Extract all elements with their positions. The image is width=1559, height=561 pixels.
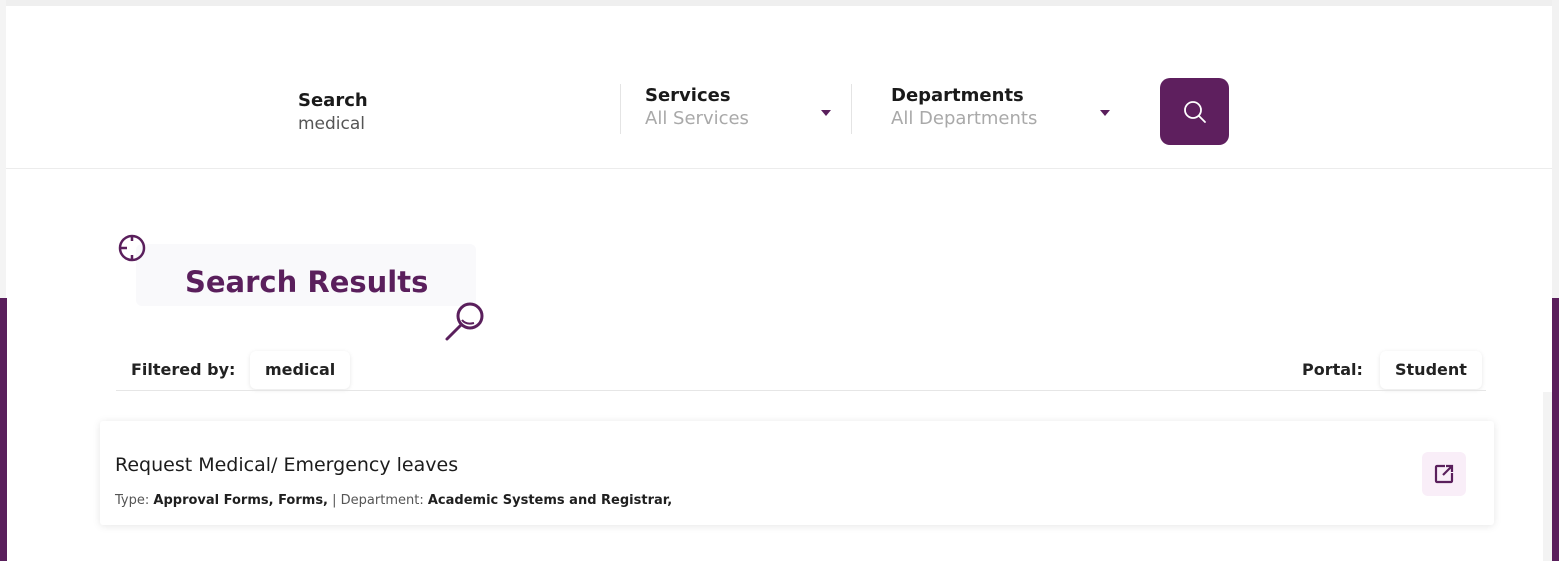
services-dropdown[interactable]: Services All Services (645, 85, 749, 131)
type-value: Approval Forms, Forms, (153, 493, 328, 508)
page-title: Search Results (185, 265, 429, 299)
type-label: Type: (115, 493, 150, 508)
left-edge (0, 0, 6, 298)
divider (851, 84, 852, 134)
search-input-value[interactable]: medical (298, 112, 368, 136)
left-brand-bar (0, 298, 7, 561)
services-selected-value[interactable]: All Services (645, 107, 749, 131)
open-link-button[interactable] (1422, 452, 1466, 496)
portal-chip[interactable]: Student (1380, 351, 1482, 389)
search-label: Search (298, 90, 368, 111)
target-icon (118, 234, 146, 262)
portal-label: Portal: (1302, 360, 1363, 379)
departments-label: Departments (891, 85, 1024, 106)
scrollbar[interactable] (1543, 392, 1552, 561)
filter-label: Filtered by: (131, 360, 236, 379)
page: Search medical Services All Services Dep… (0, 0, 1559, 561)
result-card[interactable]: Request Medical/ Emergency leaves Type: … (100, 421, 1494, 525)
right-edge (1552, 0, 1559, 298)
search-icon (1183, 100, 1206, 123)
external-link-icon (1434, 464, 1454, 484)
filter-divider (116, 390, 1486, 391)
department-label: Department: (340, 493, 424, 508)
chevron-down-icon[interactable] (1100, 110, 1110, 116)
search-field[interactable]: Search medical (298, 90, 368, 136)
filter-chip[interactable]: medical (250, 351, 351, 389)
top-strip (0, 0, 1559, 6)
department-value: Academic Systems and Registrar, (427, 493, 673, 508)
divider (620, 84, 621, 134)
departments-dropdown[interactable]: Departments All Departments (891, 85, 1037, 131)
result-title[interactable]: Request Medical/ Emergency leaves (115, 453, 458, 477)
meta-separator: | (332, 493, 337, 508)
services-label: Services (645, 85, 731, 106)
departments-selected-value[interactable]: All Departments (891, 107, 1037, 131)
search-button[interactable] (1160, 78, 1229, 145)
header-divider (6, 168, 1552, 169)
right-brand-bar (1552, 298, 1559, 561)
magnifier-icon (445, 302, 484, 341)
result-meta: Type: Approval Forms, Forms, | Departmen… (115, 492, 672, 510)
chevron-down-icon[interactable] (821, 110, 831, 116)
